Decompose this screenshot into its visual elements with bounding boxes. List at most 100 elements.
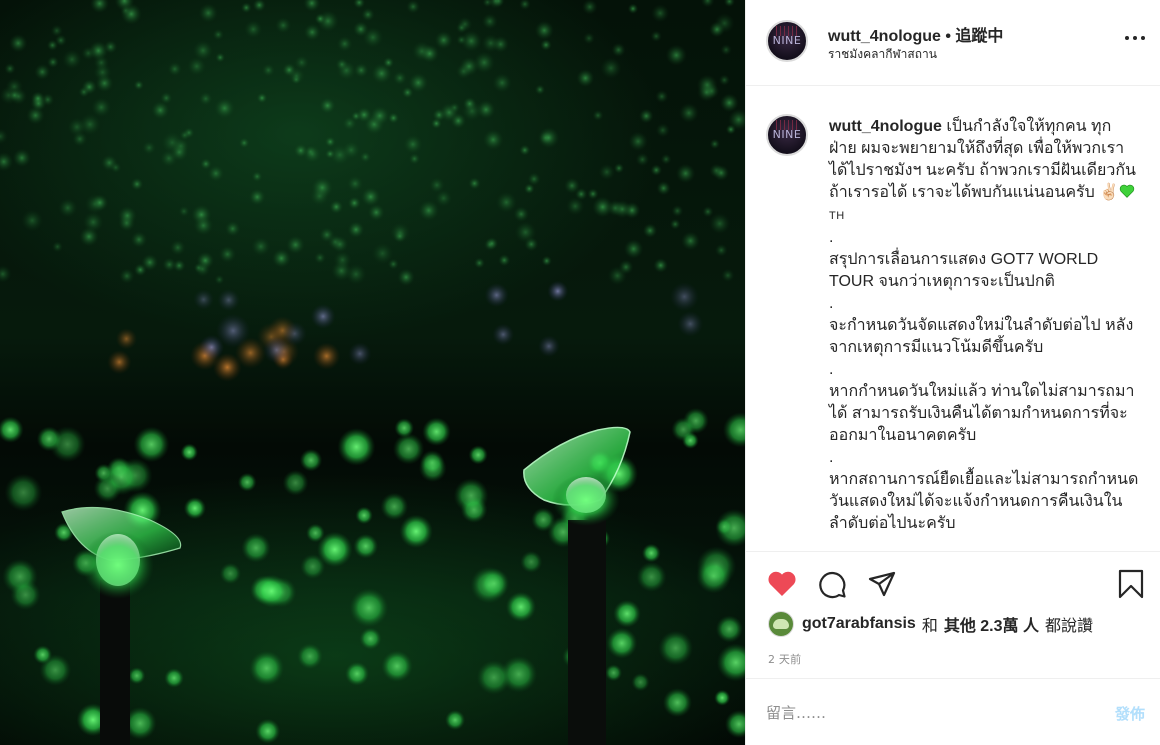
bokeh-dot xyxy=(62,49,82,70)
bokeh-dot xyxy=(696,558,732,594)
likes-others-link[interactable]: 其他 2.3萬 人 xyxy=(944,612,1039,636)
bokeh-dot xyxy=(420,44,440,63)
bokeh-dot xyxy=(255,718,281,744)
bokeh-dot xyxy=(192,40,214,61)
bokeh-dot xyxy=(263,336,291,364)
bokeh-dot xyxy=(288,67,305,85)
photo-bokeh-canvas xyxy=(0,0,745,745)
bokeh-dot xyxy=(244,20,263,39)
bokeh-dot xyxy=(397,268,415,287)
bokeh-dot xyxy=(33,645,53,665)
author-username-link[interactable]: wutt_4nologue xyxy=(828,28,941,45)
caption-paragraph-4: หากกำหนดวันใหม่แล้ว ท่านใดไม่สามารถมาได้… xyxy=(829,383,1135,444)
bokeh-dot xyxy=(293,143,308,158)
bokeh-dot xyxy=(199,334,225,360)
bokeh-dot xyxy=(130,177,144,191)
bokeh-dot xyxy=(115,328,138,350)
bokeh-dot xyxy=(618,259,634,275)
bokeh-dot xyxy=(435,189,453,207)
header-separator: • xyxy=(940,28,956,45)
bokeh-dot xyxy=(240,2,252,14)
bokeh-dot xyxy=(483,238,497,251)
bokeh-dot xyxy=(198,3,218,23)
bokeh-dot xyxy=(286,235,305,255)
follow-status-button[interactable]: 追蹤中 xyxy=(955,28,1003,45)
bokeh-dot xyxy=(635,152,650,167)
bokeh-dot xyxy=(312,342,341,370)
liker-username-link[interactable]: got7arabfansis xyxy=(802,615,916,633)
bokeh-dot xyxy=(639,108,654,124)
bokeh-dot xyxy=(721,268,735,282)
bokeh-dot xyxy=(541,255,552,267)
bokeh-dot xyxy=(198,91,213,106)
heart-icon[interactable] xyxy=(766,568,798,600)
post-timestamp[interactable]: 2 天前 xyxy=(768,651,801,667)
bokeh-dot xyxy=(110,161,122,174)
bokeh-dot xyxy=(671,205,684,217)
caption-paragraph-2: สรุปการเลื่อนการแสดง GOT7 WORLD TOUR จนก… xyxy=(829,251,1099,290)
bokeh-dot xyxy=(381,650,413,682)
post-photo[interactable] xyxy=(0,0,745,745)
bokeh-dot xyxy=(713,165,730,181)
bokeh-dot xyxy=(371,242,394,265)
bookmark-icon[interactable] xyxy=(1115,568,1147,600)
bokeh-dot xyxy=(434,30,453,50)
green-heart-emoji-icon xyxy=(1119,184,1135,198)
comment-icon[interactable] xyxy=(816,568,848,600)
post-comment-button[interactable]: 發佈 xyxy=(1115,703,1145,724)
bokeh-dot xyxy=(709,21,725,38)
bokeh-dot xyxy=(592,109,604,121)
bokeh-dot xyxy=(93,63,112,82)
bokeh-dot xyxy=(342,140,361,160)
bokeh-dot xyxy=(271,248,291,268)
bokeh-dot xyxy=(319,97,336,114)
comment-input[interactable] xyxy=(766,701,1066,725)
bokeh-dot xyxy=(0,416,24,443)
bokeh-dot xyxy=(492,323,515,346)
bokeh-dot xyxy=(237,472,257,492)
lightstick-left xyxy=(61,506,182,745)
bokeh-dot xyxy=(309,186,330,206)
bokeh-dot xyxy=(88,41,109,61)
bokeh-dot xyxy=(10,579,41,611)
bokeh-dot xyxy=(679,103,699,123)
bokeh-dot xyxy=(58,198,78,218)
liker-avatar[interactable] xyxy=(768,611,794,637)
bokeh-dot xyxy=(252,0,266,12)
author-avatar[interactable]: NINE xyxy=(766,20,808,62)
bokeh-dot xyxy=(715,518,733,536)
bokeh-dot xyxy=(445,709,466,731)
bokeh-dot xyxy=(256,92,268,104)
bokeh-dot xyxy=(650,164,663,176)
location-link[interactable]: ราชมังคลากีฬาสถาน xyxy=(828,45,937,64)
caption-section: NINE wutt_4nologue เป็นกำลังใจให้ทุกคน ท… xyxy=(746,86,1160,552)
comment-composer: 發佈 xyxy=(746,678,1160,745)
bokeh-dot xyxy=(669,282,700,312)
bokeh-dot xyxy=(67,117,87,137)
bokeh-dot xyxy=(566,197,585,216)
bokeh-dot xyxy=(261,63,275,77)
bokeh-dot xyxy=(170,239,186,256)
bokeh-dot xyxy=(4,473,43,512)
bokeh-dot xyxy=(194,261,211,277)
bokeh-dot xyxy=(606,627,638,659)
caption-author-avatar[interactable]: NINE xyxy=(766,114,808,156)
bokeh-dot xyxy=(119,268,135,284)
bokeh-dot xyxy=(324,136,336,148)
bokeh-dot xyxy=(453,478,489,513)
bokeh-dot xyxy=(180,443,198,461)
bokeh-dot xyxy=(46,39,59,51)
bokeh-dot xyxy=(299,448,323,472)
caption-username-link[interactable]: wutt_4nologue xyxy=(829,118,942,135)
post-details-panel: NINE wutt_4nologue • 追蹤中 ราชมังคลากีฬาสถ… xyxy=(745,0,1160,745)
bokeh-dot xyxy=(30,91,46,106)
bokeh-dot xyxy=(251,171,263,182)
bokeh-dot xyxy=(219,562,242,585)
bokeh-dot xyxy=(714,689,731,706)
more-options-icon[interactable] xyxy=(1125,34,1145,42)
bokeh-dot xyxy=(79,226,99,247)
author-username-row: wutt_4nologue • 追蹤中 xyxy=(828,22,1003,46)
paper-plane-icon[interactable] xyxy=(866,568,898,600)
bokeh-dot xyxy=(371,63,392,84)
bokeh-dot xyxy=(9,34,28,53)
